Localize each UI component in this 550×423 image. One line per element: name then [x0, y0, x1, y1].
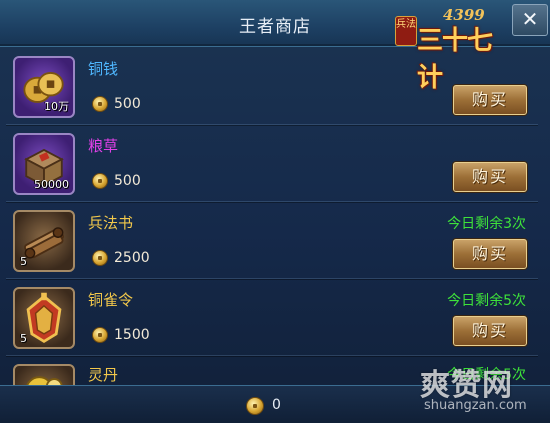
coin-icon [92, 327, 108, 343]
coin-icon [92, 173, 108, 189]
elixir-pill-icon [26, 376, 63, 385]
shop-item-row: 10万 铜钱 500 购买 [6, 52, 538, 126]
price-value: 500 [114, 173, 141, 189]
item-slot[interactable]: 10万 [13, 56, 75, 118]
coin-icon [246, 397, 264, 415]
shop-item-row: 5 铜雀令 1500 今日剩余5次 购买 [6, 283, 538, 357]
item-quantity: 10万 [44, 100, 69, 113]
item-quantity: 5 [20, 255, 27, 268]
daily-limit: 今日剩余5次 [447, 293, 526, 309]
buy-button[interactable]: 购买 [453, 316, 527, 346]
item-name: 灵丹 [88, 366, 119, 384]
price-value: 2500 [114, 250, 150, 266]
buy-button[interactable]: 购买 [453, 239, 527, 269]
coin-icon [92, 250, 108, 266]
item-price: 1500 [92, 325, 150, 345]
coin-icon [92, 96, 108, 112]
shop-item-row: 5 兵法书 2500 今日剩余3次 购买 [6, 206, 538, 280]
buy-button[interactable]: 购买 [453, 85, 527, 115]
item-slot[interactable] [13, 364, 75, 385]
logo-tag: 兵法 [395, 16, 417, 46]
item-name: 铜钱 [88, 60, 119, 78]
item-name: 兵法书 [88, 214, 134, 232]
item-name: 粮草 [88, 137, 119, 155]
daily-limit: 今日剩余3次 [447, 216, 526, 232]
currency-total: 0 [272, 397, 281, 413]
close-icon: ✕ [521, 7, 539, 31]
item-slot[interactable]: 5 [13, 210, 75, 272]
item-price: 500 [92, 171, 141, 191]
watermark-url: shuangzan.com [424, 398, 527, 413]
item-quantity: 50000 [34, 178, 69, 191]
item-slot[interactable]: 50000 [13, 133, 75, 195]
price-value: 1500 [114, 327, 150, 343]
shop-item-row: 50000 粮草 500 购买 [6, 129, 538, 203]
buy-button[interactable]: 购买 [453, 162, 527, 192]
site-watermark: 爽赞网 shuangzan.com [414, 358, 550, 420]
price-value: 500 [114, 96, 141, 112]
item-price: 2500 [92, 248, 150, 268]
item-price: 500 [92, 94, 141, 114]
shop-panel: 王者商店 兵法 4399 三十七计 ✕ 10万 铜钱 500 购买 50000 … [0, 0, 550, 423]
item-slot[interactable]: 5 [13, 287, 75, 349]
close-button[interactable]: ✕ [512, 4, 548, 36]
item-name: 铜雀令 [88, 291, 134, 309]
item-quantity: 5 [20, 332, 27, 345]
